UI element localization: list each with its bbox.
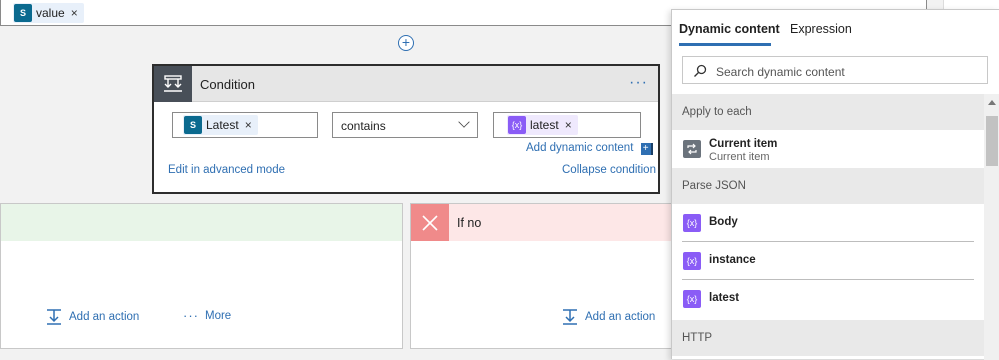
latest-expression-token[interactable]: {x} latest × bbox=[507, 115, 578, 135]
search-icon bbox=[694, 64, 707, 77]
panel-tabs: Dynamic content Expression bbox=[672, 10, 999, 46]
dynamic-content-list: Apply to each Current item Current item … bbox=[672, 94, 984, 360]
condition-card: Condition ··· S Latest × contains {x} la… bbox=[152, 64, 660, 194]
dc-item-name: Current item bbox=[709, 138, 778, 150]
latest-token-label: Latest bbox=[206, 118, 239, 132]
dc-item-name: instance bbox=[709, 254, 756, 266]
list-scrollbar[interactable] bbox=[984, 94, 999, 360]
value-token-remove-icon[interactable]: × bbox=[71, 6, 78, 20]
add-action-yes-label: Add an action bbox=[69, 311, 140, 323]
latest-expression-label: latest bbox=[530, 118, 559, 132]
dc-item-latest[interactable]: {x} latest bbox=[672, 280, 984, 318]
add-action-icon bbox=[47, 309, 61, 325]
if-no-header[interactable]: If no bbox=[411, 204, 672, 241]
sharepoint-icon: S bbox=[14, 4, 32, 22]
latest-token-remove-icon[interactable]: × bbox=[245, 118, 252, 132]
expression-icon: {x} bbox=[683, 214, 701, 232]
add-action-no-button[interactable]: Add an action bbox=[561, 308, 655, 326]
expression-icon: {x} bbox=[508, 116, 526, 134]
condition-title: Condition bbox=[200, 77, 255, 92]
expression-icon: {x} bbox=[683, 290, 701, 308]
group-parse-json: Parse JSON bbox=[672, 168, 984, 204]
condition-left-operand[interactable]: S Latest × bbox=[172, 112, 318, 138]
dc-item-name: Body bbox=[709, 216, 738, 228]
add-step-plus-icon[interactable]: + bbox=[398, 35, 414, 51]
dc-item-instance[interactable]: {x} instance bbox=[672, 242, 984, 280]
latest-token[interactable]: S Latest × bbox=[183, 115, 258, 135]
condition-icon bbox=[154, 66, 192, 102]
if-no-branch: If no Add an action bbox=[410, 203, 672, 349]
if-yes-header[interactable] bbox=[1, 204, 402, 241]
dc-item-current-item[interactable]: Current item Current item bbox=[672, 130, 984, 168]
condition-right-operand[interactable]: {x} latest × bbox=[493, 112, 641, 138]
group-http: HTTP bbox=[672, 320, 984, 356]
more-button[interactable]: ··· More bbox=[183, 308, 231, 323]
dynamic-content-search-input[interactable]: Search dynamic content bbox=[682, 56, 988, 84]
expression-icon: {x} bbox=[683, 252, 701, 270]
scroll-thumb[interactable] bbox=[986, 116, 998, 166]
scroll-up-arrow-icon[interactable] bbox=[988, 100, 996, 105]
operator-value: contains bbox=[341, 119, 386, 133]
add-action-yes-button[interactable]: Add an action bbox=[45, 308, 139, 326]
loop-icon bbox=[683, 140, 701, 158]
if-no-title: If no bbox=[457, 216, 482, 230]
value-token[interactable]: S value × bbox=[13, 3, 84, 23]
latest-expression-remove-icon[interactable]: × bbox=[565, 118, 572, 132]
sharepoint-icon: S bbox=[184, 116, 202, 134]
condition-header[interactable]: Condition ··· bbox=[154, 66, 658, 102]
add-dynamic-content-label: Add dynamic content bbox=[526, 142, 634, 154]
condition-operator-select[interactable]: contains bbox=[332, 112, 478, 138]
add-dynamic-plus-icon: + bbox=[640, 143, 653, 155]
edit-advanced-mode-link[interactable]: Edit in advanced mode bbox=[168, 164, 285, 176]
chevron-down-icon bbox=[458, 116, 470, 128]
right-gutter bbox=[943, 0, 999, 9]
more-label: More bbox=[205, 309, 232, 322]
tab-dynamic-content[interactable]: Dynamic content bbox=[679, 22, 780, 36]
dc-item-name: latest bbox=[709, 292, 740, 304]
collapse-condition-link[interactable]: Collapse condition bbox=[562, 164, 656, 176]
add-action-icon bbox=[563, 309, 577, 325]
if-yes-branch: Add an action ··· More bbox=[0, 203, 403, 349]
active-tab-indicator bbox=[679, 43, 771, 46]
dc-item-sub: Current item bbox=[709, 151, 770, 163]
add-action-no-label: Add an action bbox=[585, 311, 656, 323]
more-dots-icon: ··· bbox=[183, 308, 199, 323]
dynamic-content-panel: Dynamic content Expression Search dynami… bbox=[671, 9, 999, 360]
condition-menu-icon[interactable]: ··· bbox=[629, 74, 648, 92]
close-x-icon bbox=[411, 204, 449, 241]
group-apply-to-each: Apply to each bbox=[672, 94, 984, 130]
value-token-label: value bbox=[36, 6, 65, 20]
tab-expression[interactable]: Expression bbox=[790, 22, 852, 36]
dc-item-body[interactable]: {x} Body bbox=[672, 204, 984, 242]
add-dynamic-content-link[interactable]: Add dynamic content + bbox=[526, 142, 653, 155]
search-placeholder: Search dynamic content bbox=[716, 65, 845, 79]
